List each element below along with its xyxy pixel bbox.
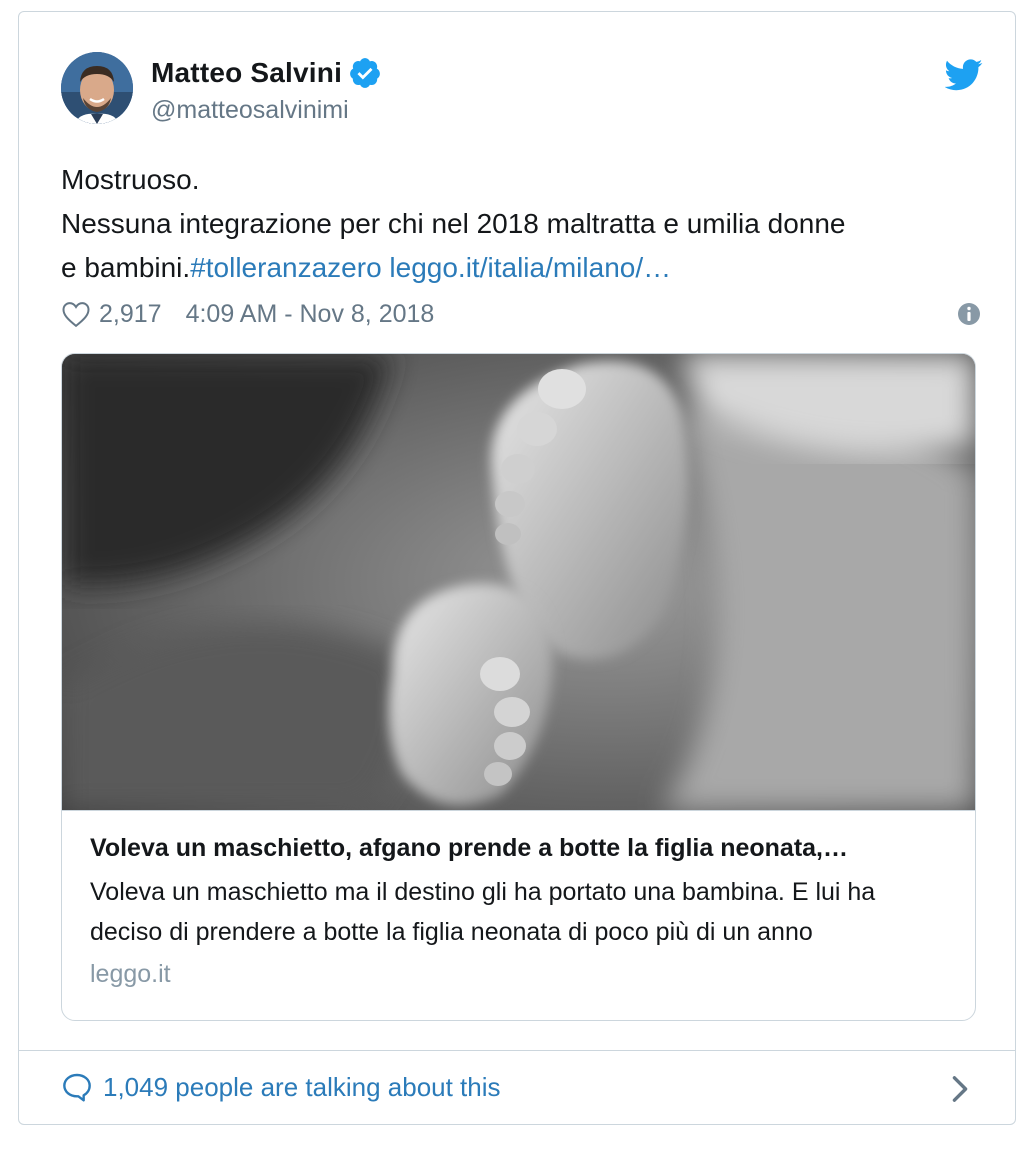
hashtag-link[interactable]: #tolleranzazero	[190, 252, 381, 283]
card-image[interactable]	[62, 354, 975, 811]
chevron-right-icon[interactable]	[951, 1075, 969, 1103]
tweet-embed: Matteo Salvini @matteosalvinimi Mostruos…	[18, 11, 1016, 1125]
article-url-link[interactable]: leggo.it/italia/milano/…	[389, 252, 671, 283]
baby-feet-photo	[62, 354, 975, 810]
tweet-meta: 2,917 4:09 AM - Nov 8, 2018	[61, 296, 981, 332]
tweet-timestamp[interactable]: 4:09 AM - Nov 8, 2018	[186, 300, 435, 329]
display-name[interactable]: Matteo Salvini	[151, 57, 342, 89]
tweet-line-3: e bambini.#tolleranzazero leggo.it/itali…	[61, 246, 981, 290]
verified-badge-icon	[350, 58, 380, 88]
user-handle[interactable]: @matteosalvinimi	[151, 96, 349, 125]
link-preview-card[interactable]: Voleva un maschietto, afgano prende a bo…	[61, 353, 976, 1021]
heart-icon[interactable]	[61, 300, 91, 328]
card-domain: leggo.it	[90, 960, 171, 988]
card-title[interactable]: Voleva un maschietto, afgano prende a bo…	[90, 830, 950, 866]
card-body: Voleva un maschietto, afgano prende a bo…	[90, 830, 950, 992]
card-description: Voleva un maschietto ma il destino gli h…	[90, 878, 876, 946]
avatar-image	[61, 52, 133, 124]
reply-bubble-icon	[63, 1073, 91, 1102]
name-row: Matteo Salvini	[151, 56, 382, 90]
tweet-text: Mostruoso. Nessuna integrazione per chi …	[61, 158, 981, 290]
tweet-line-3-text: e bambini.	[61, 252, 191, 283]
tweet-line-2: Nessuna integrazione per chi nel 2018 ma…	[61, 208, 846, 239]
tweet-line-1: Mostruoso.	[61, 164, 200, 195]
like-count[interactable]: 2,917	[99, 300, 162, 329]
avatar[interactable]	[61, 52, 133, 124]
twitter-logo-icon[interactable]	[945, 58, 983, 92]
talking-count-label[interactable]: 1,049 people are talking about this	[103, 1072, 501, 1103]
conversation-footer[interactable]: 1,049 people are talking about this	[19, 1050, 1015, 1125]
info-icon[interactable]	[957, 302, 981, 326]
tweet-header: Matteo Salvini @matteosalvinimi	[61, 52, 983, 126]
talking-about-link[interactable]: 1,049 people are talking about this	[61, 1071, 501, 1103]
